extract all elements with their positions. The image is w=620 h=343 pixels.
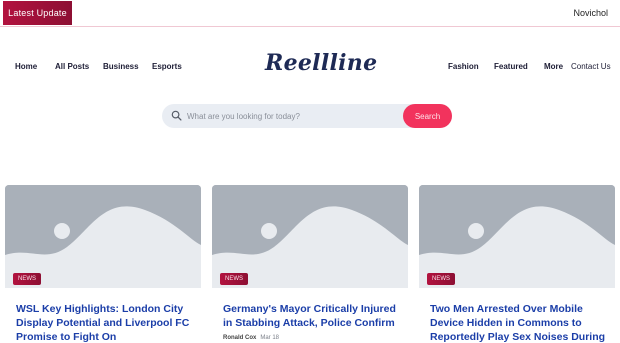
article-author[interactable]: Ronald Cox — [223, 335, 256, 341]
category-badge[interactable]: NEWS — [220, 273, 248, 285]
top-bar: Latest Update Novichol — [0, 0, 620, 27]
article-meta: Ronald Cox Mar 18 — [223, 335, 279, 341]
article-date: Mar 18 — [260, 335, 280, 341]
category-badge[interactable]: NEWS — [13, 273, 41, 285]
nav-item-more[interactable]: More — [544, 62, 563, 71]
nav-item-all-posts[interactable]: All Posts — [55, 62, 89, 71]
nav-item-contact-us[interactable]: Contact Us — [571, 62, 611, 71]
ticker-text[interactable]: Novichol — [573, 8, 608, 18]
search-bar: Search — [162, 104, 452, 128]
nav-item-home[interactable]: Home — [15, 62, 37, 71]
search-input[interactable] — [187, 104, 397, 128]
nav-item-esports[interactable]: Esports — [152, 62, 182, 71]
article-title[interactable]: Two Men Arrested Over Mobile Device Hidd… — [430, 302, 608, 343]
search-icon — [171, 110, 182, 121]
article-card[interactable]: NEWS WSL Key Highlights: London City Dis… — [5, 185, 201, 343]
site-logo[interactable]: Reellline — [265, 50, 377, 76]
article-title[interactable]: WSL Key Highlights: London City Display … — [16, 302, 194, 343]
nav-item-featured[interactable]: Featured — [494, 62, 528, 71]
nav-item-business[interactable]: Business — [103, 62, 139, 71]
search-button[interactable]: Search — [403, 104, 452, 128]
latest-update-badge[interactable]: Latest Update — [3, 1, 72, 25]
category-badge[interactable]: NEWS — [427, 273, 455, 285]
article-title[interactable]: Germany's Mayor Critically Injured in St… — [223, 302, 401, 330]
article-card[interactable]: NEWS Germany's Mayor Critically Injured … — [212, 185, 408, 343]
nav-item-fashion[interactable]: Fashion — [448, 62, 479, 71]
article-card[interactable]: NEWS Two Men Arrested Over Mobile Device… — [419, 185, 615, 343]
